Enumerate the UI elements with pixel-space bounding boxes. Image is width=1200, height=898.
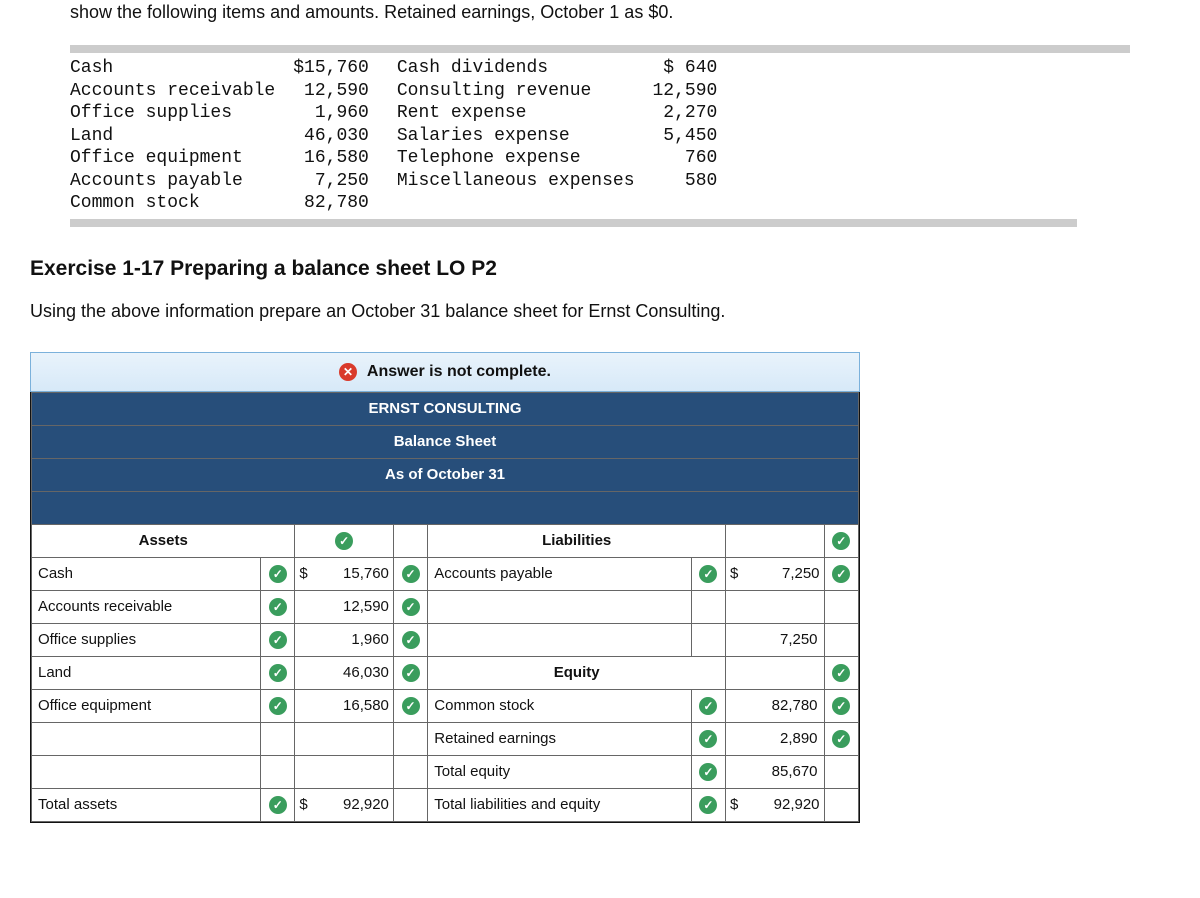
check-icon: ✓ bbox=[699, 697, 717, 715]
equity-label[interactable]: Common stock bbox=[428, 689, 691, 722]
asset-amount[interactable]: 46,030 bbox=[295, 656, 393, 689]
check-icon: ✓ bbox=[832, 532, 850, 550]
company-name: ERNST CONSULTING bbox=[32, 392, 859, 425]
check-icon: ✓ bbox=[335, 532, 353, 550]
liability-amount[interactable]: $7,250 bbox=[726, 557, 824, 590]
liability-subtotal: 7,250 bbox=[726, 623, 824, 656]
empty-cell[interactable] bbox=[295, 755, 393, 788]
equity-label[interactable]: Retained earnings bbox=[428, 722, 691, 755]
statement-date: As of October 31 bbox=[32, 458, 859, 491]
total-le-amount: $92,920 bbox=[726, 788, 824, 821]
check-icon: ✓ bbox=[699, 730, 717, 748]
check-icon: ✓ bbox=[402, 631, 420, 649]
total-equity-amount: 85,670 bbox=[726, 755, 824, 788]
total-assets-label: Total assets bbox=[32, 788, 261, 821]
empty-cell[interactable] bbox=[32, 755, 261, 788]
ledger-right-amount: $ 640 bbox=[653, 57, 746, 80]
ledger-box: Cash $15,760 Cash dividends $ 640 Accoun… bbox=[70, 45, 1130, 227]
liability-label[interactable]: Accounts payable bbox=[428, 557, 691, 590]
empty-cell[interactable] bbox=[428, 623, 691, 656]
exercise-title: Exercise 1-17 Preparing a balance sheet … bbox=[30, 257, 1170, 281]
error-icon: ✕ bbox=[339, 363, 357, 381]
assets-header: Assets bbox=[32, 524, 295, 557]
check-icon: ✓ bbox=[699, 796, 717, 814]
check-icon: ✓ bbox=[832, 565, 850, 583]
empty-cell[interactable] bbox=[32, 722, 261, 755]
total-le-label: Total liabilities and equity bbox=[428, 788, 691, 821]
equity-amount[interactable]: 2,890 bbox=[726, 722, 824, 755]
check-icon: ✓ bbox=[832, 730, 850, 748]
asset-amount[interactable]: $15,760 bbox=[295, 557, 393, 590]
ledger-right-label: Cash dividends bbox=[397, 57, 653, 80]
asset-amount[interactable]: 1,960 bbox=[295, 623, 393, 656]
asset-label[interactable]: Land bbox=[32, 656, 261, 689]
empty-cell[interactable] bbox=[295, 722, 393, 755]
check-icon: ✓ bbox=[699, 763, 717, 781]
intro-text: show the following items and amounts. Re… bbox=[70, 0, 1130, 25]
answer-status-banner: ✕ Answer is not complete. bbox=[30, 352, 860, 392]
check-icon: ✓ bbox=[269, 565, 287, 583]
check-icon: ✓ bbox=[402, 565, 420, 583]
check-icon: ✓ bbox=[269, 697, 287, 715]
check-icon: ✓ bbox=[402, 598, 420, 616]
check-icon: ✓ bbox=[269, 664, 287, 682]
equity-amount[interactable]: 82,780 bbox=[726, 689, 824, 722]
asset-label[interactable]: Accounts receivable bbox=[32, 590, 261, 623]
asset-label[interactable]: Office supplies bbox=[32, 623, 261, 656]
check-icon: ✓ bbox=[269, 598, 287, 616]
statement-title: Balance Sheet bbox=[32, 425, 859, 458]
answer-status-text: Answer is not complete. bbox=[367, 363, 551, 380]
check-icon: ✓ bbox=[269, 796, 287, 814]
total-equity-label: Total equity bbox=[428, 755, 691, 788]
total-assets-amount: $92,920 bbox=[295, 788, 393, 821]
asset-amount[interactable]: 12,590 bbox=[295, 590, 393, 623]
asset-amount[interactable]: 16,580 bbox=[295, 689, 393, 722]
empty-cell[interactable] bbox=[428, 590, 691, 623]
check-icon: ✓ bbox=[832, 697, 850, 715]
check-icon: ✓ bbox=[699, 565, 717, 583]
liabilities-header: Liabilities bbox=[428, 524, 726, 557]
balance-sheet: ERNST CONSULTING Balance Sheet As of Oct… bbox=[30, 392, 860, 823]
check-icon: ✓ bbox=[832, 664, 850, 682]
ledger-left-amount: $15,760 bbox=[293, 57, 397, 80]
asset-label[interactable]: Office equipment bbox=[32, 689, 261, 722]
empty-cell[interactable] bbox=[726, 590, 824, 623]
ledger-left-label: Cash bbox=[70, 57, 293, 80]
equity-header: Equity bbox=[428, 656, 726, 689]
check-icon: ✓ bbox=[402, 664, 420, 682]
check-icon: ✓ bbox=[269, 631, 287, 649]
check-icon: ✓ bbox=[402, 697, 420, 715]
exercise-subtitle: Using the above information prepare an O… bbox=[30, 301, 1170, 322]
asset-label[interactable]: Cash bbox=[32, 557, 261, 590]
